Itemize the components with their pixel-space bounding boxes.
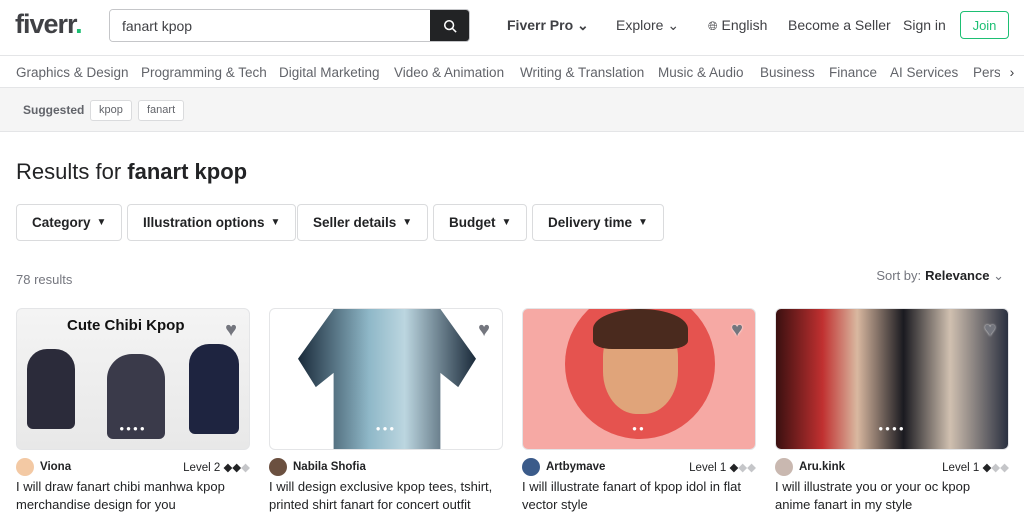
category-link[interactable]: Business xyxy=(760,65,815,80)
chevron-right-icon[interactable]: › xyxy=(1000,56,1024,87)
heart-icon[interactable]: ♥ xyxy=(984,319,996,342)
heart-icon[interactable]: ♥ xyxy=(478,319,490,342)
chevron-down-icon: ▼ xyxy=(270,217,281,228)
search-icon xyxy=(443,19,457,33)
chevron-down-icon: ⌄ xyxy=(577,17,589,33)
search-button[interactable] xyxy=(430,10,469,41)
page-title: Results for fanart kpop xyxy=(16,159,248,184)
search-input[interactable] xyxy=(110,10,430,41)
gig-title[interactable]: I will draw fanart chibi manhwa kpop mer… xyxy=(16,478,250,514)
join-button[interactable]: Join xyxy=(960,11,1009,39)
filter-seller-details[interactable]: Seller details ▼ xyxy=(297,204,429,241)
header: fiverr. Fiverr Pro ⌄ Explore ⌄ 🌐︎ Englis… xyxy=(0,0,1024,56)
gig-card[interactable]: Cute Chibi Kpop ♥ ●●●● Viona Level 2 ◆◆◆ I… xyxy=(16,308,250,514)
heart-icon[interactable]: ♥ xyxy=(731,319,743,342)
gig-title[interactable]: I will illustrate you or your oc kpop an… xyxy=(775,478,1009,514)
gig-image[interactable]: ♥ ●● xyxy=(522,308,756,450)
search-bar xyxy=(109,9,470,42)
gig-image[interactable]: ♥ ●●●● xyxy=(775,308,1009,450)
seller-name: Aru.kink xyxy=(799,461,846,473)
language-selector[interactable]: 🌐︎ English xyxy=(708,17,767,34)
gig-title[interactable]: I will illustrate fanart of kpop idol in… xyxy=(522,478,756,514)
chevron-down-icon: ⌄ xyxy=(993,268,1004,283)
seller-level: Level 2 ◆◆◆ xyxy=(183,462,250,474)
carousel-dots: ●● xyxy=(632,424,646,433)
filter-budget[interactable]: Budget ▼ xyxy=(433,204,528,241)
seller-level: Level 1 ◆◆◆ xyxy=(689,462,756,474)
fiverr-logo[interactable]: fiverr. xyxy=(15,9,83,40)
carousel-dots: ●●●● xyxy=(878,424,906,433)
category-link[interactable]: Programming & Tech xyxy=(141,65,267,80)
category-link[interactable]: Digital Marketing xyxy=(279,65,380,80)
sign-in-link[interactable]: Sign in xyxy=(903,17,946,33)
carousel-dots: ●●●● xyxy=(119,424,147,433)
category-nav: Graphics & Design Programming & Tech Dig… xyxy=(0,56,1024,88)
suggested-chip[interactable]: fanart xyxy=(138,100,185,121)
gig-card[interactable]: ♥ ●● Artbymave Level 1 ◆◆◆ I will illustra… xyxy=(522,308,756,514)
category-link[interactable]: Finance xyxy=(829,65,877,80)
results-count: 78 results xyxy=(16,272,73,287)
category-link[interactable]: Music & Audio xyxy=(658,65,744,80)
chevron-down-icon: ⌄ xyxy=(667,17,680,33)
seller-name: Nabila Shofia xyxy=(293,461,366,473)
fiverr-pro-menu[interactable]: Fiverr Pro ⌄ xyxy=(507,17,589,34)
explore-menu[interactable]: Explore ⌄ xyxy=(616,17,679,34)
avatar xyxy=(775,458,793,476)
category-link[interactable]: AI Services xyxy=(890,65,958,80)
gig-image[interactable]: ♥ ●●● xyxy=(269,308,503,450)
heart-icon[interactable]: ♥ xyxy=(225,319,237,342)
suggested-label: Suggested xyxy=(23,103,85,117)
chevron-down-icon: ▼ xyxy=(96,217,107,228)
filter-delivery-time[interactable]: Delivery time ▼ xyxy=(532,204,664,241)
globe-icon: 🌐︎ xyxy=(708,19,718,33)
gig-card[interactable]: ♥ ●●● Nabila Shofia I will design exclusi… xyxy=(269,308,503,514)
avatar xyxy=(16,458,34,476)
logo-text: fiverr xyxy=(15,9,76,39)
sort-dropdown[interactable]: Sort by: Relevance ⌄ xyxy=(876,268,1004,284)
seller-level: Level 1 ◆◆◆ xyxy=(942,462,1009,474)
chevron-down-icon: ▼ xyxy=(402,217,413,228)
category-link[interactable]: Video & Animation xyxy=(394,65,504,80)
carousel-dots: ●●● xyxy=(375,424,397,433)
filter-illustration-options[interactable]: Illustration options ▼ xyxy=(127,204,297,241)
suggested-bar: Suggested kpop fanart xyxy=(0,88,1024,132)
filter-category[interactable]: Category ▼ xyxy=(16,204,123,241)
category-link[interactable]: Writing & Translation xyxy=(520,65,644,80)
seller-name: Viona xyxy=(40,461,72,473)
avatar xyxy=(269,458,287,476)
chevron-down-icon: ▼ xyxy=(501,217,512,228)
gig-title[interactable]: I will design exclusive kpop tees, tshir… xyxy=(269,478,503,514)
gig-image[interactable]: Cute Chibi Kpop ♥ ●●●● xyxy=(16,308,250,450)
seller-name: Artbymave xyxy=(546,461,606,473)
gig-card[interactable]: ♥ ●●●● Aru.kink Level 1 ◆◆◆ I will illustr… xyxy=(775,308,1009,514)
category-link[interactable]: Graphics & Design xyxy=(16,65,129,80)
avatar xyxy=(522,458,540,476)
chevron-down-icon: ▼ xyxy=(638,217,648,228)
become-seller-link[interactable]: Become a Seller xyxy=(788,17,891,33)
suggested-chip[interactable]: kpop xyxy=(90,100,132,121)
